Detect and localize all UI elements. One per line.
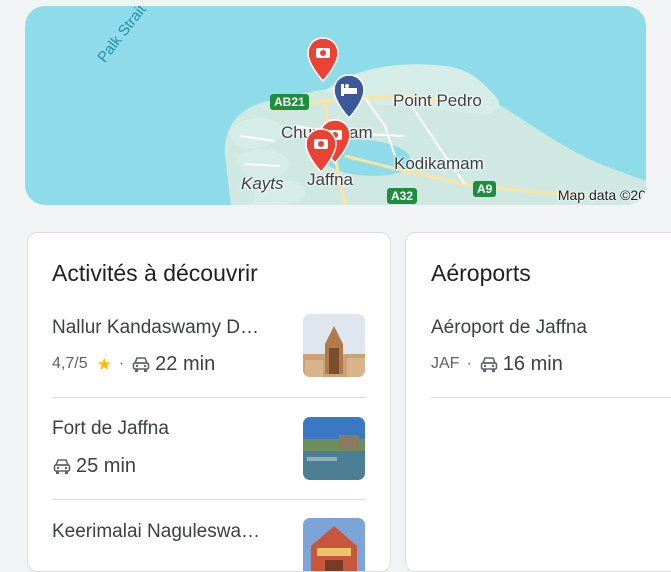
airports-title: Aéroports (431, 260, 531, 286)
airports-card: Aéroports Aéroport de Jaffna JAF · 16 mi… (405, 232, 671, 572)
activity-thumbnail[interactable] (303, 314, 365, 377)
rating-value: 4,7/5 (52, 355, 88, 372)
map-label-kayts: Kayts (241, 174, 284, 193)
star-icon: ★ (96, 354, 112, 374)
divider (431, 397, 671, 398)
activity-name[interactable]: Nallur Kandaswamy D… (52, 318, 259, 337)
activity-thumbnail[interactable] (303, 518, 365, 571)
activity-thumbnail[interactable] (303, 417, 365, 480)
car-icon (53, 459, 71, 474)
separator-dot: · (466, 355, 472, 372)
activities-card: Activités à découvrir Nallur Kandaswamy … (27, 232, 391, 572)
drive-time: 16 min (502, 353, 563, 375)
hotel-pin-icon[interactable] (332, 74, 366, 120)
map-label-kodikamam: Kodikamam (394, 154, 484, 173)
list-item[interactable]: Aéroport de Jaffna JAF · 16 min (406, 303, 671, 397)
airport-name[interactable]: Aéroport de Jaffna (431, 318, 587, 337)
map-label-point-pedro: Point Pedro (393, 91, 482, 110)
map-preview[interactable]: Palk Strait Point Pedro Chunnakam Kodika… (25, 6, 646, 205)
activity-meta: 25 min (52, 456, 136, 476)
road-badge-ab21: AB21 (270, 94, 309, 110)
airport-meta: JAF · 16 min (431, 354, 563, 374)
separator-dot: · (118, 355, 125, 372)
airport-code: JAF (431, 355, 460, 372)
drive-time: 25 min (76, 455, 137, 477)
list-item[interactable]: Keerimalai Naguleswa… (28, 500, 390, 571)
map-attribution: Map data ©20 (557, 187, 646, 203)
list-item[interactable]: Nallur Kandaswamy D… 4,7/5 ★ · 22 min (28, 303, 390, 397)
car-icon (480, 357, 498, 372)
activity-meta: 4,7/5 ★ · 22 min (52, 354, 215, 374)
road-badge-a9: A9 (473, 181, 497, 197)
activities-title: Activités à découvrir (52, 260, 258, 286)
drive-time: 22 min (155, 353, 216, 375)
road-badge-a32: A32 (387, 188, 418, 204)
activity-name[interactable]: Fort de Jaffna (52, 419, 169, 438)
list-item[interactable]: Fort de Jaffna 25 min (28, 398, 390, 498)
activity-name[interactable]: Keerimalai Naguleswa… (52, 522, 260, 541)
camera-pin-icon[interactable] (304, 128, 338, 174)
car-icon (132, 357, 150, 372)
